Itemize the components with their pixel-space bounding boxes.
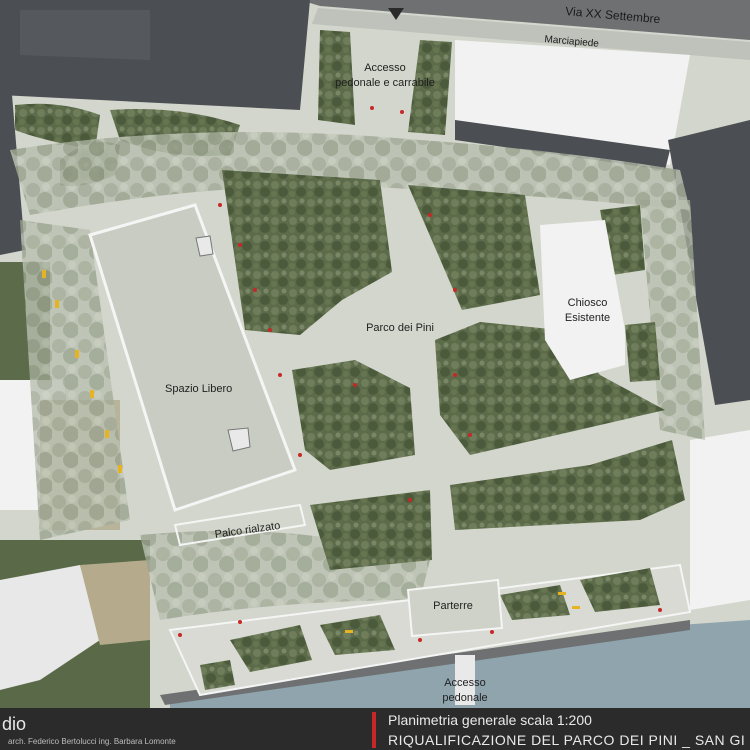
lamp-marker (370, 106, 374, 110)
project-title: RIQUALIFICAZIONE DEL PARCO DEI PINI _ SA… (388, 732, 746, 748)
bench-marker (75, 350, 79, 358)
bottom-garden-bed-5 (200, 660, 235, 690)
lamp-marker (453, 373, 457, 377)
drawing-title: Planimetria generale scala 1:200 (388, 712, 592, 728)
lamp-marker (278, 373, 282, 377)
lamp-marker (298, 453, 302, 457)
lamp-marker (178, 633, 182, 637)
access-bottom-label-line1: Accesso (444, 677, 486, 689)
title-block: dio arch. Federico Bertolucci ing. Barba… (0, 708, 750, 750)
bench-marker (118, 465, 122, 473)
bench-marker (572, 606, 580, 609)
lamp-marker (408, 498, 412, 502)
bench-marker (345, 630, 353, 633)
lamp-marker (428, 213, 432, 217)
lamp-marker (453, 288, 457, 292)
access-top-label-line2: pedonale e carrabile (335, 77, 435, 89)
kiosk-label-line1: Chiosco (567, 297, 608, 309)
lamp-marker (418, 638, 422, 642)
lamp-marker (238, 620, 242, 624)
bench-marker (90, 390, 94, 398)
lamp-marker (658, 608, 662, 612)
building-right-lower (690, 430, 750, 610)
lamp-marker (353, 383, 357, 387)
access-top-label-line1: Accesso (364, 62, 406, 74)
studio-name: dio (2, 714, 27, 734)
authors-text: arch. Federico Bertolucci ing. Barbara L… (8, 737, 176, 746)
lamp-marker (468, 433, 472, 437)
bench-marker (105, 430, 109, 438)
lamp-marker (490, 630, 494, 634)
title-accent-bar (372, 712, 376, 748)
lamp-marker (238, 243, 242, 247)
bench-marker (42, 270, 46, 278)
site-plan-drawing (0, 0, 750, 710)
lamp-marker (253, 288, 257, 292)
parterre-label: Parterre (433, 600, 473, 612)
site-plan-map: Via XX Settembre Marciapiede Accesso ped… (0, 0, 750, 750)
spazio-libero-label: Spazio Libero (165, 383, 233, 395)
kiosk-label-line2: Esistente (564, 312, 611, 324)
bench-marker (558, 592, 566, 595)
park-label: Parco dei Pini (366, 322, 434, 334)
bench-marker (55, 300, 59, 308)
access-bottom-label-line2: pedonale (442, 692, 488, 704)
lamp-marker (218, 203, 222, 207)
building-top-left-roof (20, 10, 150, 60)
lamp-marker (268, 328, 272, 332)
lawn-strip-kiosk (625, 322, 660, 382)
lamp-marker (400, 110, 404, 114)
